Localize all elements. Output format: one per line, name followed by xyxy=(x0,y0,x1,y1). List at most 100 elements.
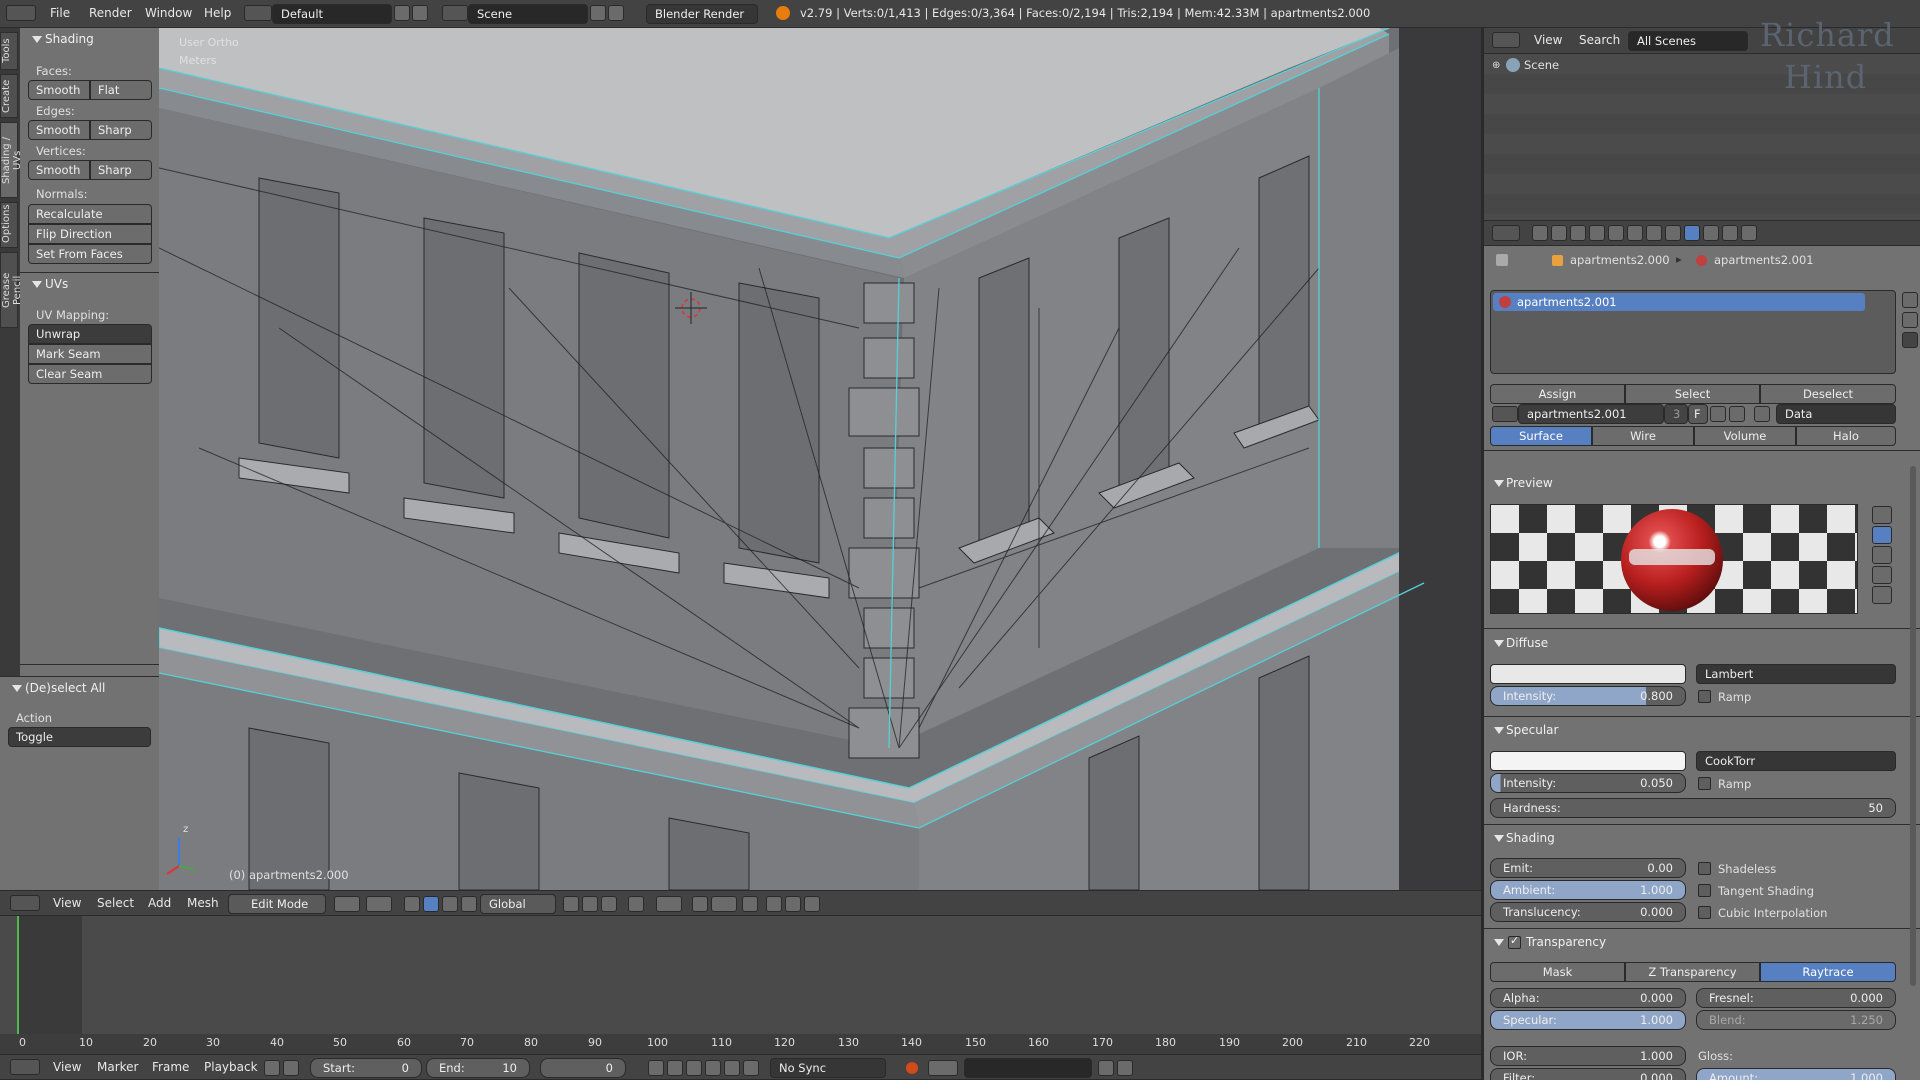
uvs-collapse-icon[interactable] xyxy=(32,281,42,288)
flip-direction-button[interactable]: Flip Direction xyxy=(28,224,152,244)
operator-collapse-icon[interactable] xyxy=(12,685,22,692)
proportional-edit-icon[interactable] xyxy=(656,896,682,912)
timeline-menu-marker[interactable]: Marker xyxy=(97,1060,138,1074)
vertices-smooth-button[interactable]: Smooth xyxy=(28,160,90,180)
delete-layout-icon[interactable] xyxy=(412,5,428,21)
material-users-count[interactable]: 3 xyxy=(1664,404,1688,424)
mask-tab[interactable]: Mask xyxy=(1490,962,1625,982)
next-keyframe-icon[interactable] xyxy=(724,1060,740,1076)
scene-tab-icon[interactable] xyxy=(1570,225,1586,241)
material-slot-list[interactable]: apartments2.001 xyxy=(1490,290,1896,374)
fresnel-field[interactable]: Fresnel: 0.000 xyxy=(1696,988,1896,1008)
scene-icon[interactable] xyxy=(442,5,468,21)
timeline-menu-view[interactable]: View xyxy=(53,1060,81,1074)
lock-range-icon[interactable] xyxy=(283,1060,299,1076)
render-engine-select[interactable]: Blender Render xyxy=(646,4,758,24)
action-select[interactable]: Toggle xyxy=(8,727,151,747)
timeline-area[interactable] xyxy=(0,916,1481,1054)
fake-user-toggle[interactable]: F xyxy=(1688,404,1708,424)
vertices-sharp-button[interactable]: Sharp xyxy=(90,160,152,180)
tab-shading-uvs[interactable]: Shading / UVs xyxy=(0,122,23,198)
snap-toggle-icon[interactable] xyxy=(692,896,708,912)
alpha-slider[interactable]: Alpha: 0.000 xyxy=(1490,988,1686,1008)
particles-tab-icon[interactable] xyxy=(1722,225,1738,241)
modifiers-tab-icon[interactable] xyxy=(1646,225,1662,241)
remove-slot-icon[interactable] xyxy=(1902,312,1918,328)
preview-range-icon[interactable] xyxy=(264,1060,280,1076)
delete-keyframe-icon[interactable] xyxy=(1117,1060,1133,1076)
constraints-tab-icon[interactable] xyxy=(1627,225,1643,241)
tab-grease-pencil[interactable]: Grease Pencil xyxy=(0,252,23,328)
unwrap-menu-button[interactable]: Unwrap xyxy=(28,324,152,344)
jump-start-icon[interactable] xyxy=(648,1060,664,1076)
transparency-collapse-icon[interactable] xyxy=(1494,939,1504,946)
transform-orientation-select[interactable]: Global xyxy=(480,894,556,914)
tab-options[interactable]: Options xyxy=(0,202,18,248)
z-transparency-tab[interactable]: Z Transparency xyxy=(1625,962,1760,982)
scene-field[interactable]: Scene xyxy=(468,4,588,24)
view3d-menu-view[interactable]: View xyxy=(53,896,81,910)
end-frame-field[interactable]: End: 10 xyxy=(426,1058,530,1078)
opengl-anim-icon[interactable] xyxy=(804,896,820,912)
preview-panel-header[interactable]: Preview xyxy=(1506,476,1553,490)
scene-expand-icon[interactable]: ⊕ xyxy=(1492,60,1500,71)
physics-tab-icon[interactable] xyxy=(1741,225,1757,241)
view3d-menu-mesh[interactable]: Mesh xyxy=(187,896,219,910)
outliner-menu-search[interactable]: Search xyxy=(1579,33,1620,47)
preview-collapse-icon[interactable] xyxy=(1494,480,1504,487)
start-frame-field[interactable]: Start: 0 xyxy=(310,1058,422,1078)
vertex-select-icon[interactable] xyxy=(563,896,579,912)
sync-mode-select[interactable]: No Sync xyxy=(770,1058,886,1078)
snap-element-icon[interactable] xyxy=(711,896,737,912)
diffuse-ramp-checkbox[interactable] xyxy=(1698,690,1711,703)
trans-specular-slider[interactable]: Specular: 1.000 xyxy=(1490,1010,1686,1030)
render-layers-tab-icon[interactable] xyxy=(1551,225,1567,241)
properties-editor-type-icon[interactable] xyxy=(1492,225,1520,241)
render-tab-icon[interactable] xyxy=(1532,225,1548,241)
tab-tools[interactable]: Tools xyxy=(0,32,18,70)
specular-shader-select[interactable]: CookTorr xyxy=(1696,751,1896,771)
specular-intensity-slider[interactable]: Intensity: 0.050 xyxy=(1490,773,1686,793)
translate-manipulator-icon[interactable] xyxy=(423,896,439,912)
emit-field[interactable]: Emit: 0.00 xyxy=(1490,858,1686,878)
volume-tab[interactable]: Volume xyxy=(1694,426,1796,446)
3d-viewport[interactable]: User Ortho Meters z (0) apartments2.000 xyxy=(159,28,1481,890)
timeline-editor-type-icon[interactable] xyxy=(10,1059,40,1075)
specular-color-swatch[interactable] xyxy=(1490,751,1686,771)
specular-ramp-checkbox[interactable] xyxy=(1698,777,1711,790)
ior-field[interactable]: IOR: 1.000 xyxy=(1490,1046,1686,1066)
current-frame-field[interactable]: 0 xyxy=(540,1058,626,1078)
edge-select-icon[interactable] xyxy=(582,896,598,912)
tangent-shading-checkbox[interactable] xyxy=(1698,884,1711,897)
translucency-slider[interactable]: Translucency: 0.000 xyxy=(1490,902,1686,922)
diffuse-panel-header[interactable]: Diffuse xyxy=(1506,636,1548,650)
slot-specials-icon[interactable] xyxy=(1902,332,1918,348)
unlink-material-icon[interactable] xyxy=(1729,406,1745,422)
edges-sharp-button[interactable]: Sharp xyxy=(90,120,152,140)
deselect-button[interactable]: Deselect xyxy=(1760,384,1896,404)
outliner-display-filter[interactable]: All Scenes xyxy=(1628,31,1748,51)
keying-set-icon[interactable] xyxy=(928,1060,958,1076)
wire-tab[interactable]: Wire xyxy=(1592,426,1694,446)
tab-create[interactable]: Create xyxy=(0,74,18,118)
pin-icon[interactable] xyxy=(1496,254,1508,266)
menu-render[interactable]: Render xyxy=(89,6,132,20)
diffuse-color-swatch[interactable] xyxy=(1490,664,1686,684)
material-browse-icon[interactable] xyxy=(1492,406,1518,422)
preview-monkey-icon[interactable] xyxy=(1872,566,1892,584)
material-link-select[interactable]: Data xyxy=(1776,404,1896,424)
timeline-playhead[interactable] xyxy=(17,916,19,1036)
diffuse-collapse-icon[interactable] xyxy=(1494,640,1504,647)
mark-seam-button[interactable]: Mark Seam xyxy=(28,344,152,364)
shading-collapse-icon[interactable] xyxy=(1494,835,1504,842)
transparency-panel-header[interactable]: Transparency xyxy=(1526,935,1606,949)
preview-flat-icon[interactable] xyxy=(1872,506,1892,524)
prev-keyframe-icon[interactable] xyxy=(667,1060,683,1076)
select-button[interactable]: Select xyxy=(1625,384,1760,404)
gloss-amount-slider[interactable]: Amount: 1.000 xyxy=(1696,1068,1896,1080)
outliner-menu-view[interactable]: View xyxy=(1534,33,1562,47)
rotate-manipulator-icon[interactable] xyxy=(442,896,458,912)
screen-layout-icon[interactable] xyxy=(244,5,272,21)
active-keying-set-field[interactable] xyxy=(964,1058,1092,1078)
filter-field[interactable]: Filter: 0.000 xyxy=(1490,1068,1686,1080)
